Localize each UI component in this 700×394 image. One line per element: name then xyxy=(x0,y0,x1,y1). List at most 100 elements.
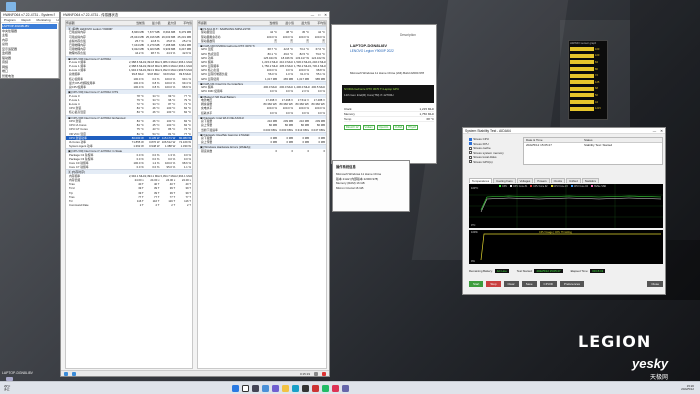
settings-icon[interactable] xyxy=(314,371,318,376)
sensor-row[interactable]: 核心最高温度 84 °C 46 °C 100 °C 84 °C xyxy=(66,110,192,114)
aida-preferences-button[interactable]: Preferences xyxy=(559,281,585,287)
menu-item[interactable]: Monitoring xyxy=(37,18,51,22)
clock-date: 2022/5/12 xyxy=(681,387,694,391)
checkbox-icon[interactable] xyxy=(469,146,472,150)
aida-tab[interactable]: Statistics xyxy=(581,178,599,183)
sensor-value: 2 T xyxy=(155,203,160,208)
chat-icon[interactable] xyxy=(271,384,279,392)
weather-widget[interactable]: 29°C 多云 xyxy=(4,384,10,392)
sensor-row[interactable]: GPU 显存使用 1,017 MB 465 MB 1,017 MB 985 MB xyxy=(198,77,326,81)
aida-close-button[interactable]: Close xyxy=(647,281,663,287)
hwinfo-icon[interactable] xyxy=(321,384,329,392)
aida-icon[interactable] xyxy=(331,384,339,392)
sensor-value: 0.0 % xyxy=(317,89,325,94)
column-header[interactable]: 平均值 xyxy=(176,21,192,25)
search-icon[interactable] xyxy=(241,384,249,392)
aida-tab[interactable]: Powers xyxy=(534,178,550,183)
sensor-graph-row: 56 xyxy=(569,92,607,99)
sensor-row[interactable]: GPU D3D 使用率 0.0 % 0.0 % 2.3 % 0.0 % xyxy=(198,89,326,93)
store-icon[interactable] xyxy=(301,384,309,392)
sensor-value: 0.047 KB/s xyxy=(311,127,325,132)
sensors-titlebar[interactable]: HWiNFO64 v7.22-4731 - 传感器状态 — □ ✕ xyxy=(61,12,329,18)
sensor-row[interactable]: 损耗水平 0.0 % 0.0 % 0.0 % 0.0 % xyxy=(198,111,326,115)
sensor-row[interactable]: 驱动器故障 否 否 否 否 xyxy=(198,39,326,43)
menu-item[interactable]: Report xyxy=(22,18,31,22)
checkbox-icon[interactable] xyxy=(469,142,472,146)
aida-tab[interactable]: Temperatures xyxy=(469,178,493,183)
aida-titlebar[interactable]: System Stability Test - AIDA64 — ✕ xyxy=(463,128,665,134)
clock[interactable]: 15:20 2022/5/12 xyxy=(681,384,694,392)
sensor-row[interactable]: 错误总数 0 0 0 0 xyxy=(198,149,326,153)
aida-tab[interactable]: Unified xyxy=(566,178,581,183)
aida-minimize-button[interactable]: — xyxy=(653,129,656,133)
reset-icon[interactable] xyxy=(322,371,326,376)
aida-tab[interactable]: Clocks xyxy=(550,178,566,183)
sensor-graph-row: 44 xyxy=(569,99,607,106)
aida-tab[interactable]: Cooling Fans xyxy=(493,178,516,183)
sensor-graph-bar xyxy=(570,80,594,85)
checkbox-icon[interactable] xyxy=(469,137,472,141)
aida-close-button[interactable]: ✕ xyxy=(660,129,663,133)
sensor-graph-row: 80 xyxy=(569,66,607,73)
maximize-button[interactable]: □ xyxy=(318,13,320,17)
sensor-graph-value: 80 xyxy=(595,67,598,71)
next-icon[interactable] xyxy=(72,371,76,376)
column-header[interactable]: 最小值 xyxy=(145,21,161,25)
sensor-value: 否 xyxy=(290,38,293,43)
sensor-name: GPU 显存使用 xyxy=(201,76,220,81)
aida-stop-button[interactable]: Stop xyxy=(486,281,501,287)
checkbox-icon[interactable] xyxy=(469,151,472,155)
sensor-row[interactable]: 总上传量 0 MB 0 MB 0 MB 0 MB xyxy=(198,140,326,144)
aida-tab[interactable]: Voltages xyxy=(516,178,534,183)
sensor-value: 44.3 % xyxy=(166,51,176,56)
stress-option[interactable]: Stress GPU(s) xyxy=(469,160,519,165)
checkbox-icon[interactable] xyxy=(469,155,472,159)
prev-icon[interactable] xyxy=(64,371,68,376)
sensor-graph-bar xyxy=(570,93,594,98)
sensor-row[interactable]: System Agent 功率 1.362 W 0.948 W 1.388 W 1.33… xyxy=(66,144,192,148)
column-header[interactable]: 传感器 xyxy=(198,21,262,25)
column-header[interactable]: 平均值 xyxy=(310,21,326,25)
column-header[interactable]: 当前值 xyxy=(262,21,278,25)
taskview-icon[interactable] xyxy=(251,384,259,392)
column-header[interactable]: 传感器 xyxy=(66,21,129,25)
aida-cpuid-button[interactable]: CPUID xyxy=(539,281,557,287)
close-button[interactable]: ✕ xyxy=(324,13,327,17)
sensor-value: 0 xyxy=(275,148,277,153)
sensor-value: 100.0 % xyxy=(164,85,176,90)
column-header[interactable]: 最大值 xyxy=(161,21,177,25)
explorer-icon[interactable] xyxy=(281,384,289,392)
legion-vantage-icon[interactable] xyxy=(311,384,319,392)
minimize-button[interactable]: — xyxy=(311,13,314,17)
start-icon[interactable] xyxy=(231,384,239,392)
sensor-value: 84 °C xyxy=(183,110,191,115)
sensor-value: 否 xyxy=(306,38,309,43)
sensor-row[interactable]: 总CPU使用率 100.0 % 0.8 % 100.0 % 98.9 % xyxy=(66,85,192,89)
aida-start-button[interactable]: Start xyxy=(469,281,484,287)
tree-item[interactable]: 智能电池 xyxy=(2,74,57,79)
edge-icon[interactable] xyxy=(291,384,299,392)
sensor-value: 0 MB xyxy=(318,140,325,145)
checkbox-icon[interactable] xyxy=(469,160,472,164)
sensor-graph-bar xyxy=(570,106,594,111)
aida-save-button[interactable]: Save xyxy=(521,281,537,287)
taskbar: 29°C 多云 15:20 2022/5/12 xyxy=(0,381,700,394)
sensor-row[interactable]: 物理内存负载 44.2 % 38.7 % 44.3 % 42.9 % xyxy=(66,51,192,55)
column-header[interactable]: 最小值 xyxy=(278,21,294,25)
gpu-field-label: Temp xyxy=(344,117,352,121)
sensor-value: 0.0 % xyxy=(285,110,293,115)
aida-clear-button[interactable]: Clear xyxy=(503,281,519,287)
sensor-row[interactable]: Command Rate 2 T 2 T 2 T 2 T xyxy=(66,203,192,207)
sensor-row[interactable]: 当前下载速率 0.000 KB/s 0.000 KB/s 6.313 KB/s 0.04… xyxy=(198,128,326,132)
sensor-row[interactable]: Core C7 驻留率 0.0 % 0.0 % 95.0 % 1.1 % xyxy=(66,165,192,169)
column-header[interactable]: 最大值 xyxy=(294,21,310,25)
system-info-window: LAPTOP-DGN8LI8V LENOVO Legion Y9000P 202… xyxy=(331,24,437,164)
sensor-value: 0.0 % xyxy=(269,89,277,94)
cpuz-icon[interactable] xyxy=(341,384,349,392)
column-header[interactable]: 当前值 xyxy=(129,21,145,25)
widgets-icon[interactable] xyxy=(261,384,269,392)
sensor-graph-value: 84 xyxy=(595,60,598,64)
hwinfo-device-tree[interactable]: LAPTOP-DGN8LI8V 中央处理器 主板 内存 总线 显示适配器 监视器… xyxy=(1,23,59,78)
menu-item[interactable]: Program xyxy=(4,18,16,22)
sensor-value: 0.0 % xyxy=(317,110,325,115)
